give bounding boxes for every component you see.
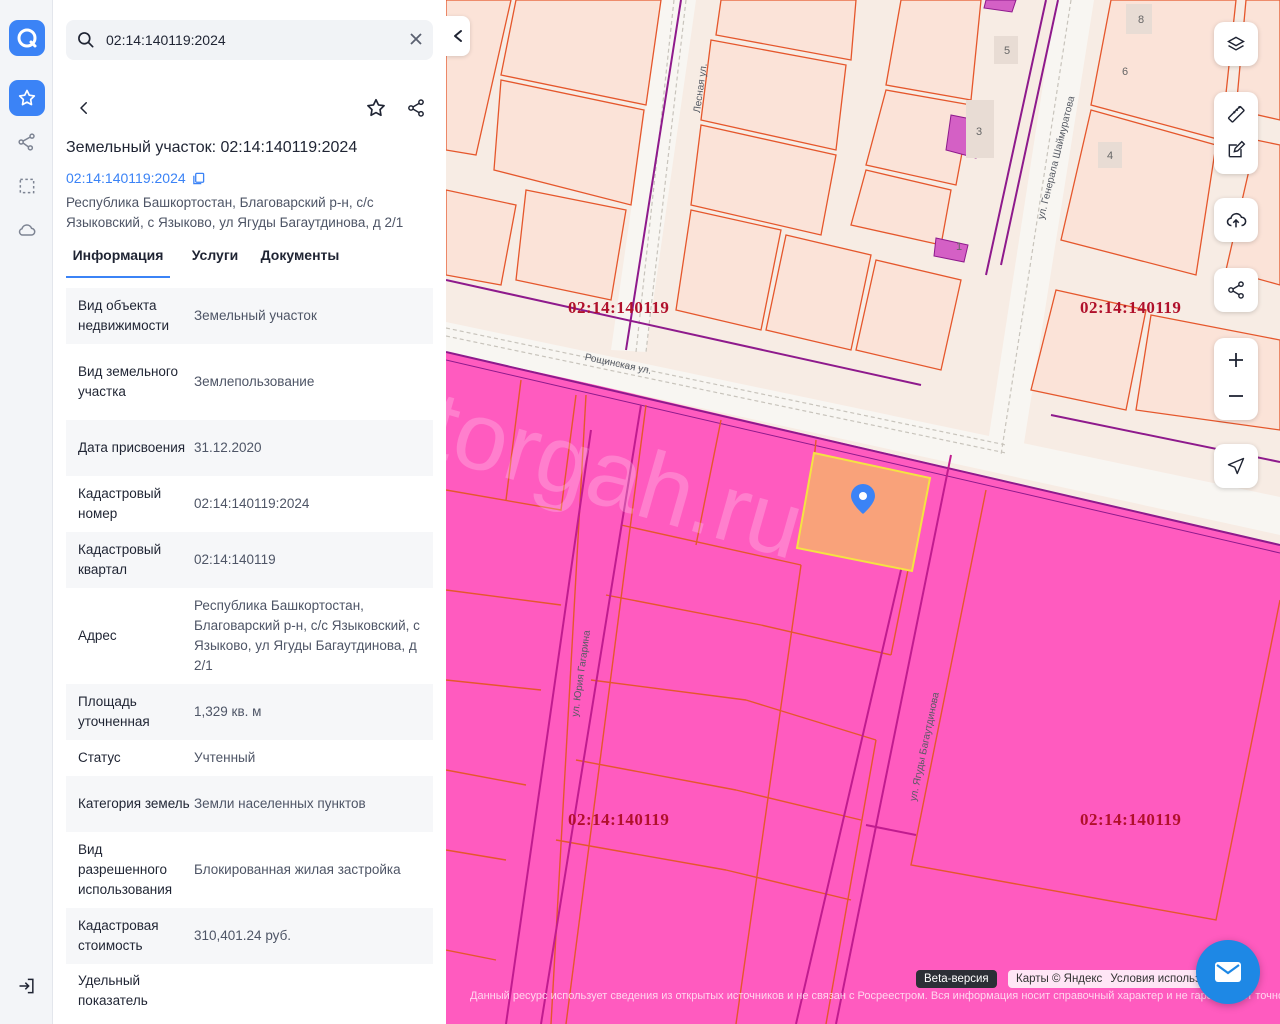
- info-label: Кадастровая стоимость: [78, 918, 159, 953]
- cloud-icon[interactable]: [9, 212, 45, 248]
- info-value: 02:14:140119: [194, 552, 276, 567]
- favorites-star-icon[interactable]: [9, 80, 45, 116]
- house-number: 5: [1004, 45, 1011, 57]
- share-icon: [1228, 281, 1244, 299]
- info-label: Категория земель: [78, 796, 190, 811]
- cadastral-number-text: 02:14:140119:2024: [66, 170, 186, 186]
- share-button[interactable]: [398, 90, 434, 126]
- info-label: Площадь уточненная: [78, 694, 150, 729]
- house-number: 4: [1107, 150, 1114, 162]
- close-icon[interactable]: [409, 32, 423, 51]
- logout-icon[interactable]: [9, 968, 45, 1004]
- info-value: Землепользование: [194, 374, 315, 389]
- info-value: Земли населенных пунктов: [194, 796, 366, 811]
- info-row: Кадастровый квартал 02:14:140119: [66, 532, 433, 588]
- info-label: Статус: [78, 750, 121, 765]
- ruler-icon: [1227, 105, 1245, 123]
- info-value: Учтенный: [194, 750, 256, 765]
- zoom-controls: [1214, 338, 1258, 420]
- info-row: Вид разрешенного использования Блокирован…: [66, 832, 433, 908]
- cloud-upload-icon: [1226, 212, 1247, 228]
- beta-badge: Beta-версия: [916, 970, 997, 988]
- map-share-button[interactable]: [1214, 268, 1258, 312]
- draw-tools: [1214, 92, 1258, 174]
- info-value: 31.12.2020: [194, 440, 262, 455]
- house-number: 1: [956, 241, 963, 253]
- info-value: 310,401.24 руб.: [194, 928, 292, 943]
- zoom-in-button[interactable]: [1214, 342, 1258, 378]
- info-row: Дата присвоения 31.12.2020: [66, 420, 433, 476]
- route-icon[interactable]: [9, 124, 45, 160]
- info-table: Вид объекта недвижимости Земельный участо…: [66, 288, 433, 1020]
- search-bar: [66, 20, 433, 60]
- cadastral-map[interactable]: torgah.ru 02:14:140119 02:14:140119 02:1…: [446, 0, 1280, 1024]
- info-row: Вид объекта недвижимости Земельный участо…: [66, 288, 433, 344]
- info-label: Кадастровый квартал: [78, 542, 162, 577]
- quarter-label: 02:14:140119: [1080, 298, 1182, 317]
- layers-button[interactable]: [1214, 22, 1258, 66]
- mail-icon: [1215, 962, 1241, 982]
- info-label: Вид земельного участка: [78, 364, 179, 399]
- info-row: Площадь уточненная 1,329 кв. м: [66, 684, 433, 740]
- object-panel: Земельный участок: 02:14:140119:2024 02:…: [53, 0, 446, 1024]
- info-label: Дата присвоения: [78, 440, 186, 455]
- minus-icon: [1229, 395, 1243, 397]
- app-logo-icon[interactable]: [9, 20, 45, 56]
- copyright-text: Карты © Яндекс: [1016, 973, 1103, 985]
- tab-documents[interactable]: Документы: [258, 242, 342, 276]
- share-icon: [408, 99, 424, 117]
- house-number: 8: [1138, 14, 1145, 26]
- layers-icon: [1227, 36, 1245, 51]
- tab-information[interactable]: Информация: [66, 242, 170, 278]
- info-row: Статус Учтенный: [66, 740, 433, 776]
- ruler-button[interactable]: [1214, 96, 1258, 132]
- cadastral-number-link[interactable]: 02:14:140119:2024: [66, 170, 205, 186]
- info-label: Удельный показатель: [78, 973, 148, 1008]
- chevron-left-icon: [454, 30, 462, 42]
- info-row: Категория земель Земли населенных пунктов: [66, 776, 433, 832]
- star-icon: [367, 98, 385, 117]
- tabs: Информация Услуги Документы: [66, 242, 433, 278]
- dashed-square-icon[interactable]: [9, 168, 45, 204]
- edit-icon: [1228, 140, 1246, 158]
- object-address: Республика Башкортостан, Благоварский р-…: [66, 195, 404, 230]
- info-value: Республика Башкортостан, Благоварский р-…: [194, 598, 420, 673]
- upload-button[interactable]: [1214, 198, 1258, 242]
- info-row: Кадастровый номер 02:14:140119:2024: [66, 476, 433, 532]
- feedback-mail-button[interactable]: [1196, 940, 1260, 1004]
- info-value: Блокированная жилая застройка: [194, 862, 401, 877]
- info-row: Удельный показатель: [66, 964, 433, 1020]
- info-value: 1,329 кв. м: [194, 704, 262, 719]
- add-favorite-button[interactable]: [358, 90, 394, 126]
- info-row: Вид земельного участка Землепользование: [66, 344, 433, 420]
- object-title: Земельный участок: 02:14:140119:2024: [66, 139, 358, 156]
- collapse-panel-button[interactable]: [446, 16, 470, 56]
- info-row: Адрес Республика Башкортостан, Благоварск…: [66, 588, 433, 684]
- zoom-out-button[interactable]: [1214, 378, 1258, 414]
- search-input[interactable]: [106, 20, 396, 60]
- edit-button[interactable]: [1214, 132, 1258, 168]
- copy-icon[interactable]: [192, 172, 205, 185]
- quarter-label: 02:14:140119: [568, 810, 670, 829]
- search-icon: [76, 30, 96, 55]
- info-row: Кадастровая стоимость 310,401.24 руб.: [66, 908, 433, 964]
- back-button[interactable]: [66, 90, 102, 126]
- info-label: Вид разрешенного использования: [78, 842, 173, 897]
- quarter-label: 02:14:140119: [1080, 810, 1182, 829]
- locate-button[interactable]: [1214, 444, 1258, 488]
- house-number: 6: [1122, 66, 1129, 78]
- disclaimer-text: Данный ресурс использует сведения из отк…: [470, 990, 1280, 1002]
- tab-services[interactable]: Услуги: [182, 242, 248, 276]
- navigation-arrow-icon: [1227, 457, 1245, 475]
- house-number: 3: [976, 126, 983, 138]
- info-label: Адрес: [78, 628, 117, 643]
- left-rail: [0, 0, 53, 1024]
- info-value: 02:14:140119:2024: [194, 496, 310, 511]
- info-value: Земельный участок: [194, 308, 317, 323]
- info-label: Вид объекта недвижимости: [78, 298, 170, 333]
- plus-icon: [1229, 353, 1243, 367]
- quarter-label: 02:14:140119: [568, 298, 670, 317]
- info-label: Кадастровый номер: [78, 486, 162, 521]
